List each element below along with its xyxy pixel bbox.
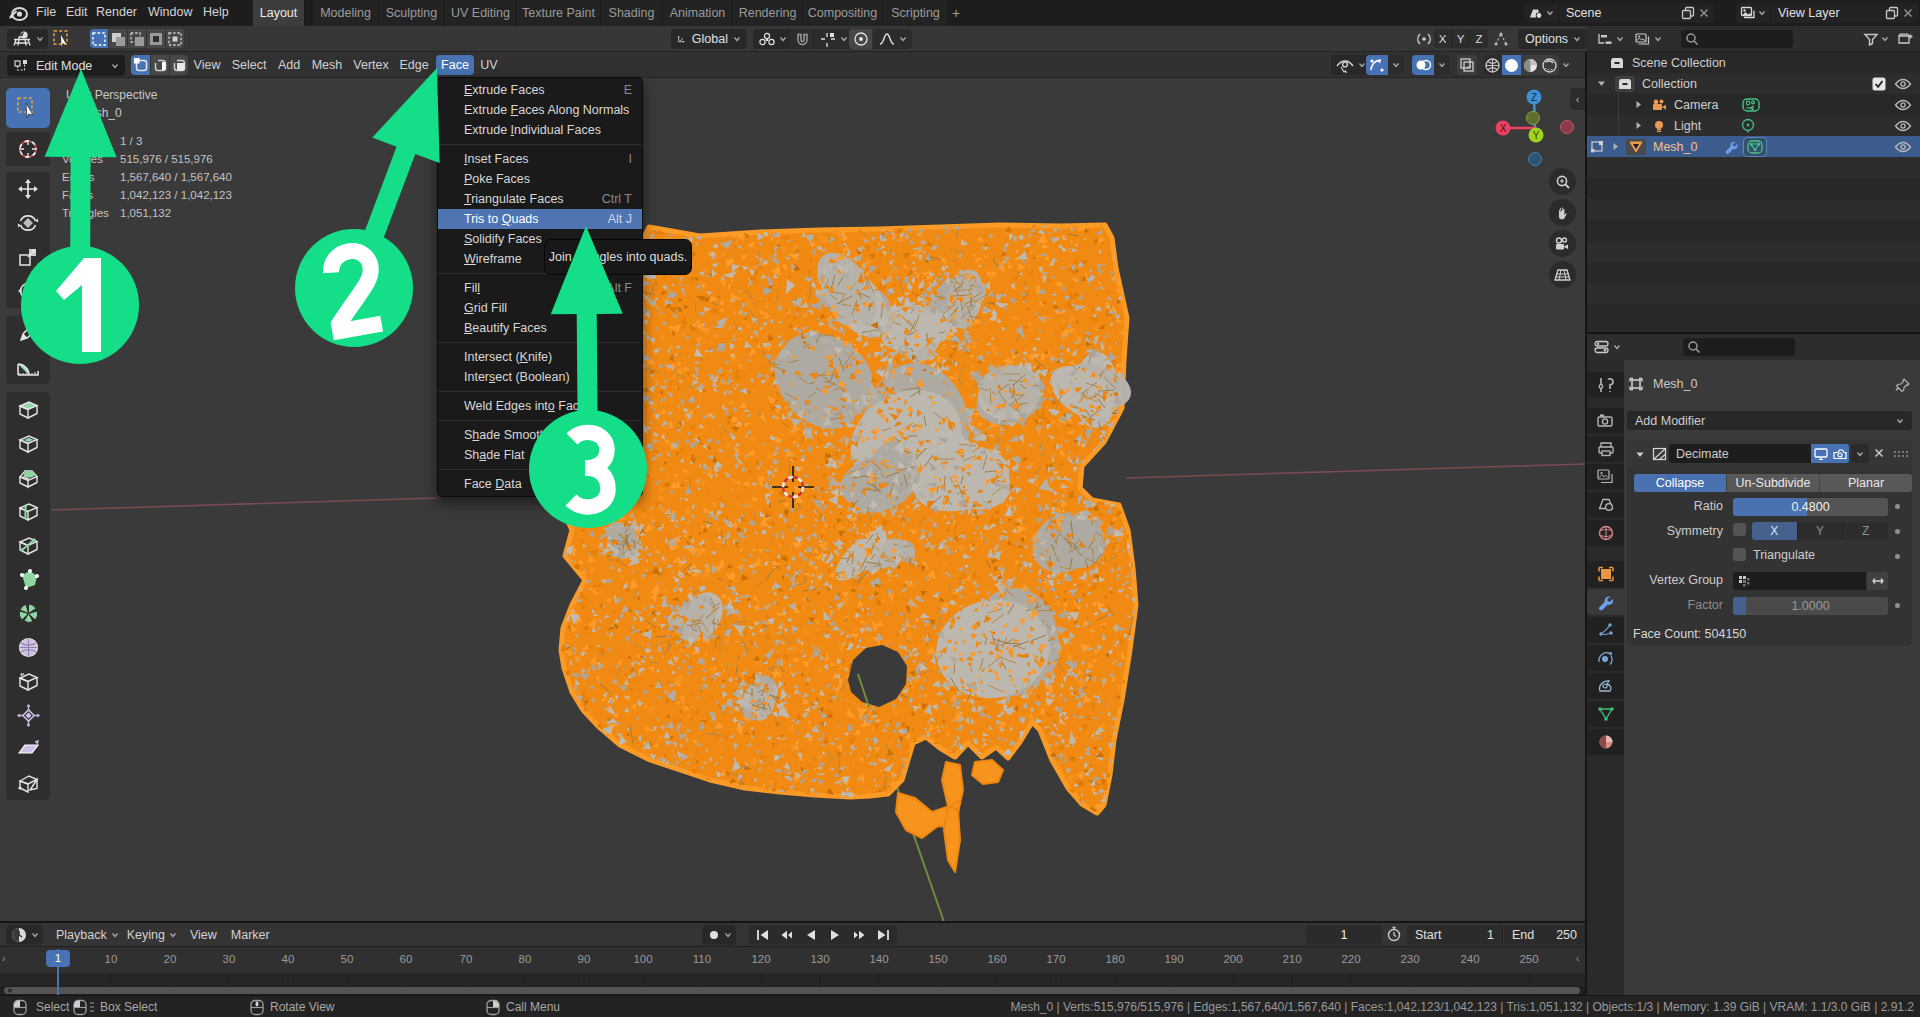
svg-text:X: X — [1500, 123, 1507, 134]
svg-text:Z: Z — [1531, 92, 1537, 103]
svg-text:Y: Y — [1533, 130, 1540, 141]
